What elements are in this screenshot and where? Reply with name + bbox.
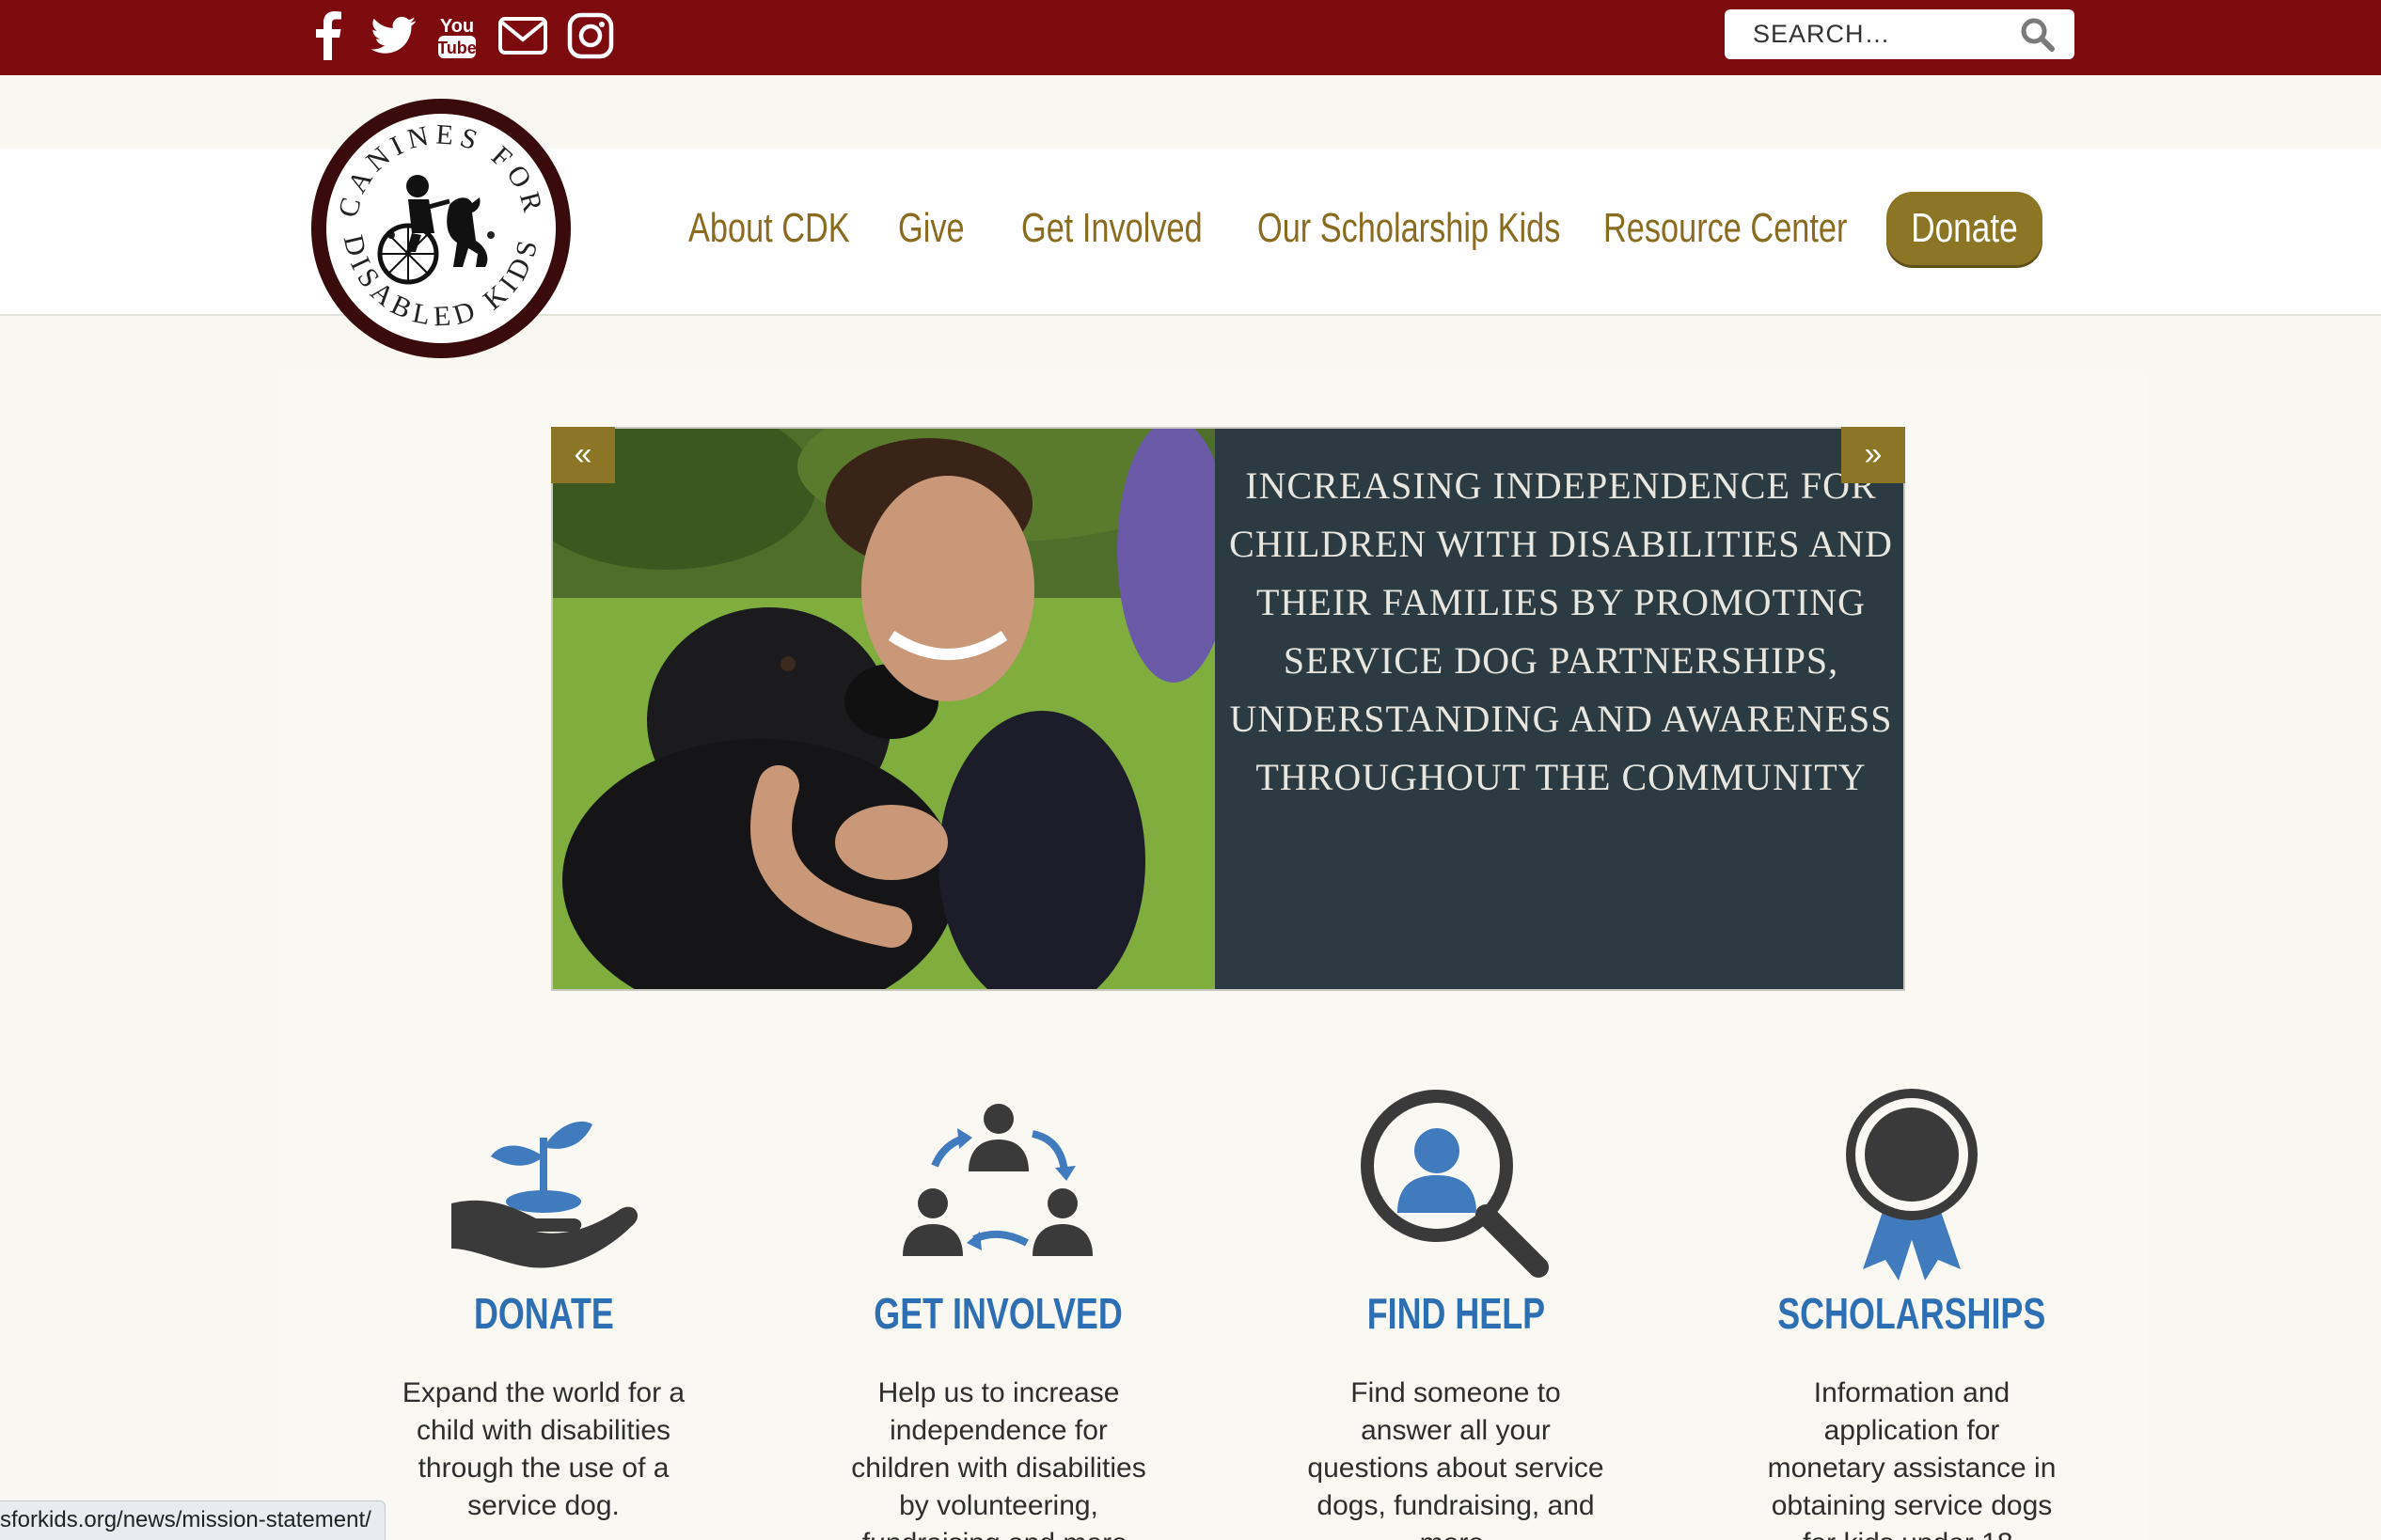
top-bar: You Tube — [0, 0, 2381, 75]
feature-title[interactable]: GET INVOLVED — [811, 1288, 1187, 1339]
slider-next-button[interactable]: » — [1841, 427, 1905, 483]
feature-text: Help us to increase independence for chi… — [851, 1377, 1146, 1540]
search-input[interactable] — [1725, 9, 2016, 59]
youtube-icon[interactable]: You Tube — [431, 9, 483, 62]
search-box — [1725, 9, 2074, 59]
mission-text: Increasing independence for children wit… — [1229, 464, 1893, 798]
slider-prev-button[interactable]: « — [551, 427, 615, 483]
feature-title[interactable]: DONATE — [355, 1288, 732, 1339]
award-ribbon-icon — [1799, 1081, 2025, 1288]
mission-statement: Increasing independence for children wit… — [1215, 429, 1903, 989]
logo[interactable]: CANINES FOR DISABLED KIDS — [307, 94, 576, 363]
status-bar-url: sforkids.org/news/mission-statement/ — [0, 1501, 386, 1540]
nav-get-involved[interactable]: Get Involved — [1021, 197, 1203, 259]
feature-text: Information and application for monetary… — [1767, 1377, 2057, 1540]
search-icon[interactable] — [2020, 17, 2056, 53]
hero-photo — [553, 429, 1230, 989]
instagram-icon[interactable] — [564, 9, 617, 62]
donate-button[interactable]: Donate — [1886, 192, 2042, 265]
magnifier-person-icon — [1343, 1081, 1569, 1288]
nav-give[interactable]: Give — [898, 197, 965, 259]
nav-about[interactable]: About CDK — [688, 197, 850, 259]
svg-text:You: You — [440, 16, 474, 37]
feature-text: Find someone to answer all your question… — [1307, 1377, 1604, 1540]
twitter-icon[interactable] — [367, 9, 419, 62]
feature-get-involved[interactable]: GET INVOLVED Help us to increase indepen… — [811, 1081, 1187, 1540]
feature-scholarships[interactable]: SCHOLARSHIPS Information and application… — [1724, 1081, 2100, 1540]
email-icon[interactable] — [497, 9, 549, 62]
svg-text:Tube: Tube — [437, 39, 477, 57]
hand-plant-icon — [431, 1081, 656, 1288]
feature-title[interactable]: FIND HELP — [1268, 1288, 1644, 1339]
people-network-icon — [886, 1081, 1112, 1288]
feature-find-help[interactable]: FIND HELP Find someone to answer all you… — [1268, 1081, 1644, 1540]
feature-text: Expand the world for a child with disabi… — [402, 1377, 686, 1521]
nav-resource-center[interactable]: Resource Center — [1603, 197, 1847, 259]
facebook-icon[interactable] — [303, 9, 355, 62]
feature-title[interactable]: SCHOLARSHIPS — [1724, 1288, 2100, 1339]
nav-scholarship-kids[interactable]: Our Scholarship Kids — [1257, 197, 1560, 259]
hero-slider: Increasing independence for children wit… — [551, 427, 1905, 991]
feature-donate[interactable]: DONATE Expand the world for a child with… — [355, 1081, 732, 1521]
